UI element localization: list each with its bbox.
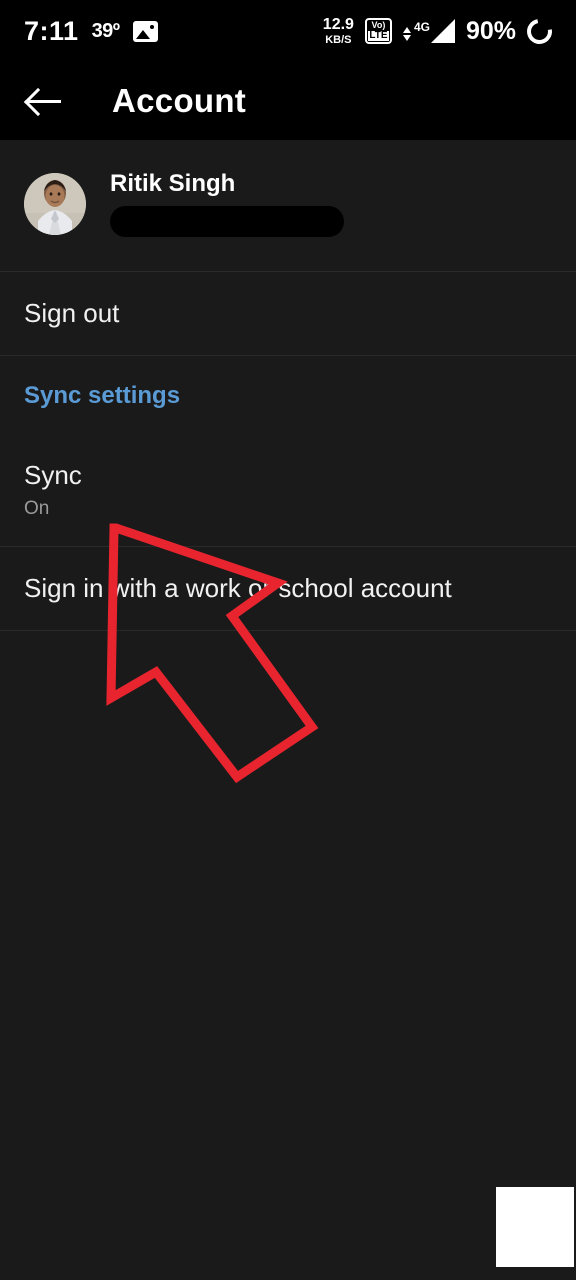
white-placeholder-box [496,1187,574,1267]
signal-bars-icon [430,19,455,43]
divider [0,630,576,631]
sync-row[interactable]: Sync On [0,434,576,546]
sync-settings-header-label: Sync settings [24,382,181,409]
status-time: 7:11 [24,15,79,46]
status-bar: 7:11 39º 12.9 KB/S Vo) LTE 4G 90% [0,0,576,62]
profile-row[interactable]: Ritik Singh [0,140,576,271]
volte-top-label: Vo) [371,20,386,30]
settings-list: Ritik Singh Sign out Sync settings Sync … [0,140,576,1280]
status-bar-left: 7:11 39º [24,16,158,47]
data-transfer-arrows-icon [402,27,411,41]
image-icon [132,20,158,42]
sync-label: Sync [24,460,82,490]
work-school-account-row[interactable]: Sign in with a work or school account [0,547,576,630]
profile-text: Ritik Singh [110,170,552,237]
sign-out-label: Sign out [24,298,120,328]
network-speed-unit: KB/S [325,33,352,46]
status-temperature: 39º [91,19,121,42]
volte-bottom-label: LTE [368,30,389,41]
sign-out-row[interactable]: Sign out [0,272,576,355]
network-speed-value: 12.9 [322,15,354,33]
volte-icon: Vo) LTE [364,18,392,44]
charging-ring-icon [522,13,557,49]
network-speed: 12.9 KB/S [322,15,354,46]
profile-email-redacted [110,206,344,237]
work-school-account-label: Sign in with a work or school account [24,573,452,603]
profile-name: Ritik Singh [110,170,236,197]
sync-settings-header: Sync settings [0,356,576,434]
network-type-label: 4G [413,20,430,34]
user-avatar-photo [24,172,86,235]
back-arrow-icon[interactable] [24,79,68,123]
page-title: Account [112,82,247,119]
signal-icon: 4G [402,19,455,43]
sync-state: On [24,498,50,519]
phone-screen: 7:11 39º 12.9 KB/S Vo) LTE 4G 90% Accoun… [0,0,576,1280]
avatar-image [24,172,86,235]
app-bar: Account [0,62,576,140]
battery-percent: 90% [465,16,516,45]
status-bar-right: 12.9 KB/S Vo) LTE 4G 90% [322,13,557,49]
